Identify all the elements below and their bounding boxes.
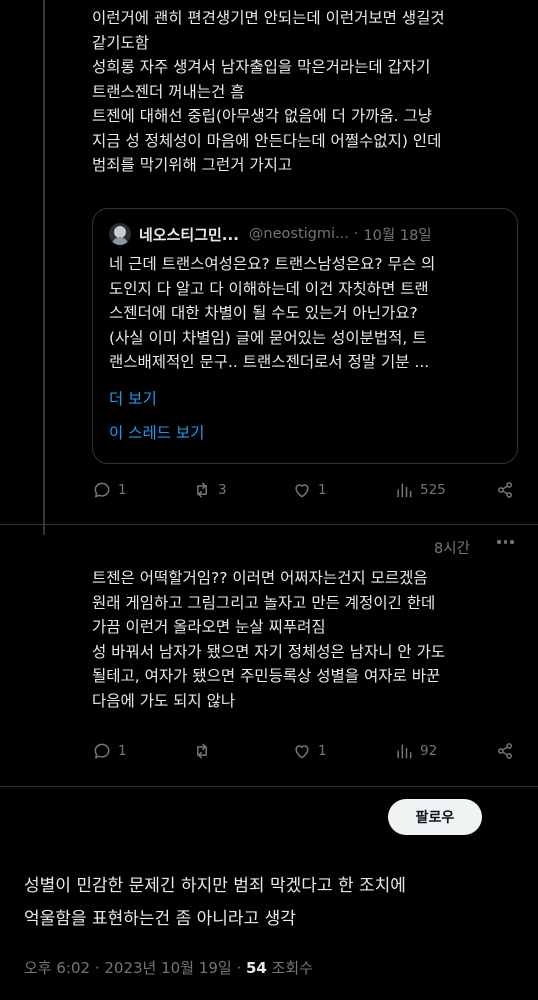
like-count: 1 bbox=[318, 743, 327, 759]
thread-connector-line bbox=[43, 0, 45, 535]
views-button[interactable]: 525 bbox=[394, 480, 446, 500]
quoted-user-handle[interactable]: @neostigmi... bbox=[249, 226, 349, 242]
quoted-tweet-header: 네오스티그민... @neostigmi... · 10월 18일 bbox=[109, 223, 432, 245]
quoted-tweet-time[interactable]: 10월 18일 bbox=[363, 224, 431, 245]
share-icon bbox=[498, 482, 512, 498]
retweet-icon bbox=[197, 743, 207, 759]
follow-button[interactable]: 팔로우 bbox=[388, 799, 482, 835]
retweet-button[interactable] bbox=[192, 741, 218, 761]
share-icon bbox=[498, 743, 512, 759]
views-count: 525 bbox=[420, 482, 446, 498]
tweet-2-action-bar: 1 1 92 bbox=[92, 741, 522, 765]
views-button[interactable]: 92 bbox=[394, 741, 437, 761]
separator-dot: · bbox=[231, 959, 246, 977]
separator-dot: · bbox=[90, 959, 105, 977]
separator-dot: · bbox=[353, 226, 359, 242]
more-options-icon[interactable] bbox=[497, 540, 514, 544]
divider bbox=[0, 524, 538, 525]
views-chart-icon bbox=[397, 744, 412, 759]
tweet-2-text: 트젠은 어떡할거임?? 이러면 어쩌자는건지 모르겠음 원래 게임하고 그림그리… bbox=[92, 569, 446, 710]
views-chart-icon bbox=[397, 483, 412, 498]
tweet-2-time[interactable]: 8시간 bbox=[434, 537, 470, 558]
reply-button[interactable]: 1 bbox=[92, 480, 127, 500]
heart-icon bbox=[295, 745, 309, 759]
view-label: 조회수 bbox=[266, 959, 314, 977]
show-thread-link[interactable]: 이 스레드 보기 bbox=[109, 421, 204, 443]
divider bbox=[0, 786, 538, 787]
retweet-button[interactable]: 3 bbox=[192, 480, 227, 500]
quoted-tweet-card[interactable]: 네오스티그민... @neostigmi... · 10월 18일 네 근데 트… bbox=[92, 208, 518, 464]
reply-count: 1 bbox=[118, 482, 127, 498]
retweet-icon bbox=[197, 482, 207, 498]
main-tweet-text: 성별이 민감한 문제긴 하지만 범죄 막겠다고 한 조치에 억울함을 표현하는건… bbox=[24, 876, 406, 929]
views-count: 92 bbox=[420, 743, 438, 759]
post-time[interactable]: 오후 6:02 bbox=[24, 959, 90, 977]
reply-count: 1 bbox=[118, 743, 127, 759]
retweet-count: 3 bbox=[218, 482, 227, 498]
tweet-1-text: 이런거에 괜히 편견생기면 안되는데 이런거보면 생길것 같기도함 성희롱 자주… bbox=[92, 9, 445, 174]
tweet-footer-meta: 오후 6:02 · 2023년 10월 19일 · 54 조회수 bbox=[24, 957, 313, 978]
view-count: 54 bbox=[245, 959, 267, 977]
reply-button[interactable]: 1 bbox=[92, 741, 127, 761]
share-button[interactable] bbox=[495, 480, 515, 500]
heart-icon bbox=[295, 484, 309, 498]
quoted-user-name[interactable]: 네오스티그민... bbox=[139, 224, 239, 245]
tweet-1-action-bar: 1 3 1 525 bbox=[92, 480, 522, 504]
quoted-tweet-text: 네 근데 트랜스여성은요? 트랜스남성은요? 무슨 의 도인지 다 알고 다 이… bbox=[109, 255, 436, 371]
reply-icon bbox=[94, 743, 110, 759]
post-date[interactable]: 2023년 10월 19일 bbox=[104, 959, 231, 977]
reply-icon bbox=[94, 482, 110, 498]
like-button[interactable]: 1 bbox=[292, 480, 327, 500]
like-button[interactable]: 1 bbox=[292, 741, 327, 761]
show-more-link[interactable]: 더 보기 bbox=[109, 387, 157, 409]
quoted-user-avatar[interactable] bbox=[109, 223, 131, 245]
like-count: 1 bbox=[318, 482, 327, 498]
share-button[interactable] bbox=[495, 741, 515, 761]
